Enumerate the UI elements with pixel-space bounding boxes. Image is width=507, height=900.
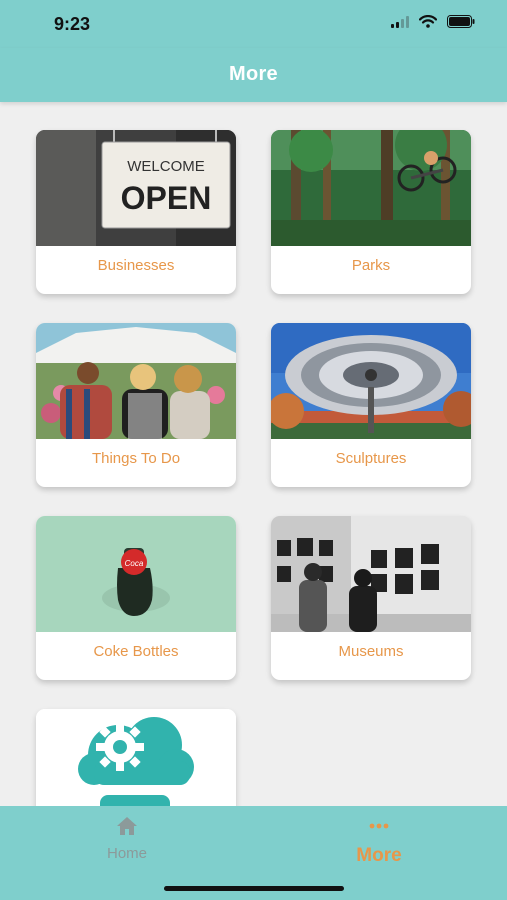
tab-more-label: More [356,845,402,866]
open-sign-photo: WELCOME OPEN [36,130,236,246]
category-grid: WELCOME OPEN Businesses Parks Things To … [0,102,507,806]
battery-icon [447,15,475,33]
card-label: Museums [338,643,404,660]
svg-text:Coca: Coca [125,559,144,568]
svg-text:WELCOME: WELCOME [127,158,205,175]
sculpture-photo [271,323,471,439]
card-label: Businesses [97,257,175,274]
svg-text:OPEN: OPEN [121,180,212,216]
home-icon [116,816,138,841]
tab-home-label: Home [106,845,147,862]
card-museums[interactable]: Museums [271,516,471,680]
card-label: Parks [351,257,391,274]
page-title: More [229,63,278,85]
forest-bike-photo [271,130,471,246]
status-bar: 9:23 [0,0,507,48]
card-label: Things To Do [91,450,181,467]
card-label: Sculptures [335,450,407,467]
card-coke-bottles[interactable]: Coca Coke Bottles [36,516,236,680]
status-icons [391,15,475,33]
status-time: 9:23 [54,14,91,34]
tab-home[interactable]: Home [67,816,187,862]
wifi-icon [418,15,438,33]
gallery-photo [271,516,471,632]
home-indicator [164,886,344,891]
tab-more[interactable]: More [319,816,439,867]
nav-bar: More [0,48,507,102]
card-sculptures[interactable]: Sculptures [271,323,471,487]
coke-bottle-photo: Coca [36,516,236,632]
cloud-gear-icon [36,709,236,806]
card-settings[interactable] [36,709,236,806]
card-parks[interactable]: Parks [271,130,471,294]
festival-crowd-photo [36,323,236,439]
signal-icon [391,15,409,33]
card-label: Coke Bottles [93,643,179,660]
card-businesses[interactable]: WELCOME OPEN Businesses [36,130,236,294]
more-dots-icon [368,816,390,841]
card-things-to-do[interactable]: Things To Do [36,323,236,487]
